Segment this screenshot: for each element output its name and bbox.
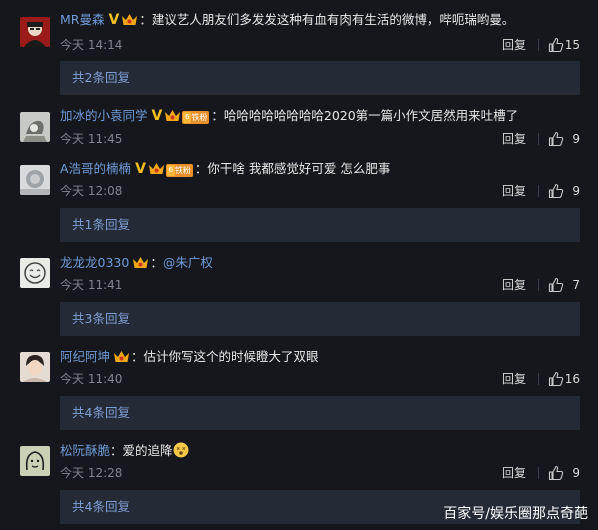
comment-username[interactable]: 松阮酥脆 xyxy=(60,443,110,458)
fan-level: 6 xyxy=(183,112,192,123)
divider xyxy=(538,39,539,51)
dizzy-face-emoji-icon xyxy=(173,442,189,458)
crown-icon xyxy=(132,255,149,269)
comment-line: 加冰的小袁同学 V 6 铁粉 ：哈哈哈哈哈哈哈哈2020第一篇小作文居然用来吐槽了 xyxy=(60,108,519,124)
comment-text: 估计你写这个的时候瞪大了双眼 xyxy=(143,349,319,364)
view-replies-button[interactable]: 共4条回复 xyxy=(60,396,580,430)
vip-badge-icon: V xyxy=(151,108,163,124)
photo-avatar-icon[interactable] xyxy=(20,165,50,195)
crown-icon xyxy=(148,161,165,175)
comment-text: 爱的追降 xyxy=(122,443,173,458)
thumbs-up-icon xyxy=(548,465,564,481)
drawing-avatar-icon[interactable] xyxy=(20,446,50,476)
reply-button[interactable]: 回复 xyxy=(502,371,526,387)
watermark: 百家号/娱乐圈那点奇葩 xyxy=(443,506,588,522)
fan-badge: 6 铁粉 xyxy=(165,164,193,177)
fan-badge: 6 铁粉 xyxy=(182,111,210,124)
reply-button[interactable]: 回复 xyxy=(502,277,526,293)
like-button[interactable]: 16 xyxy=(548,371,580,387)
thumbs-up-icon xyxy=(548,131,564,147)
comment-line: A浩哥的楠楠 V 6 铁粉 ：你干啥 我都感觉好可爱 怎么肥事 xyxy=(60,161,391,177)
like-button[interactable]: 9 xyxy=(548,131,580,147)
thumbs-up-icon xyxy=(548,37,564,53)
comment-meta: 今天 14:14 回复 15 xyxy=(60,37,580,53)
comment-line: 松阮酥脆：爱的追降 xyxy=(60,442,189,460)
crown-icon xyxy=(113,349,130,363)
comment-line: 阿纪阿坤 ：估计你写这个的时候瞪大了双眼 xyxy=(60,349,319,364)
comment-username[interactable]: 阿纪阿坤 xyxy=(60,349,110,364)
crown-icon xyxy=(121,12,138,26)
reply-button[interactable]: 回复 xyxy=(502,37,526,53)
vip-badge-icon: V xyxy=(135,161,146,177)
like-count: 9 xyxy=(572,466,580,480)
view-replies-button[interactable]: 共2条回复 xyxy=(60,61,580,95)
comment-meta: 今天 12:08 回复 9 xyxy=(60,183,580,199)
comment-time: 今天 11:45 xyxy=(60,132,123,146)
reply-button[interactable]: 回复 xyxy=(502,131,526,147)
comment-text: 建议艺人朋友们多发发这种有血有肉有生活的微博，哔呃瑞哟曼。 xyxy=(151,12,515,27)
fan-badge-label: 铁粉 xyxy=(174,166,191,175)
comment-time: 今天 12:28 xyxy=(60,466,123,480)
divider xyxy=(538,185,539,197)
view-replies-button[interactable]: 共1条回复 xyxy=(60,208,580,242)
comment-username[interactable]: 龙龙龙0330 xyxy=(60,255,129,270)
like-button[interactable]: 9 xyxy=(548,183,580,199)
comment-text: 你干啥 我都感觉好可爱 怎么肥事 xyxy=(207,161,391,176)
vip-badge-icon: V xyxy=(108,12,120,28)
like-button[interactable]: 7 xyxy=(548,277,580,293)
thumbs-up-icon xyxy=(548,183,564,199)
sketch-avatar-icon[interactable] xyxy=(20,112,50,142)
comment-time: 今天 12:08 xyxy=(60,184,123,198)
comment-meta: 今天 11:41 回复 7 xyxy=(60,277,580,293)
divider xyxy=(538,467,539,479)
like-count: 7 xyxy=(572,278,580,292)
fan-level: 6 xyxy=(166,165,175,176)
comment-text: 哈哈哈哈哈哈哈哈2020第一篇小作文居然用来吐槽了 xyxy=(223,108,519,123)
thumbs-up-icon xyxy=(548,277,564,293)
comment-line: MR曼森 V ：建议艺人朋友们多发发这种有血有肉有生活的微博，哔呃瑞哟曼。 xyxy=(60,12,515,28)
like-count: 9 xyxy=(572,184,580,198)
comment-time: 今天 14:14 xyxy=(60,38,123,52)
like-count: 16 xyxy=(564,372,580,386)
comment-username[interactable]: A浩哥的楠楠 xyxy=(60,161,131,176)
fan-badge-label: 铁粉 xyxy=(191,113,208,122)
comment-username[interactable]: 加冰的小袁同学 xyxy=(60,108,148,123)
divider xyxy=(538,279,539,291)
smiley-avatar-icon[interactable] xyxy=(20,258,50,288)
like-count: 15 xyxy=(564,38,580,52)
comment-meta: 今天 11:40 回复 16 xyxy=(60,371,580,387)
divider xyxy=(538,373,539,385)
comment-time: 今天 11:41 xyxy=(60,278,123,292)
like-button[interactable]: 15 xyxy=(548,37,580,53)
portrait-avatar-icon[interactable] xyxy=(20,17,50,47)
reply-button[interactable]: 回复 xyxy=(502,183,526,199)
mention-link[interactable]: @朱广权 xyxy=(163,255,213,270)
reply-button[interactable]: 回复 xyxy=(502,465,526,481)
like-count: 9 xyxy=(572,132,580,146)
like-button[interactable]: 9 xyxy=(548,465,580,481)
comment-meta: 今天 12:28 回复 9 xyxy=(60,465,580,481)
comment-line: 龙龙龙0330 ：@朱广权 xyxy=(60,255,213,270)
comment-time: 今天 11:40 xyxy=(60,372,123,386)
thumbs-up-icon xyxy=(548,371,564,387)
face-avatar-icon[interactable] xyxy=(20,352,50,382)
comment-meta: 今天 11:45 回复 9 xyxy=(60,131,580,147)
view-replies-button[interactable]: 共3条回复 xyxy=(60,302,580,336)
comment-username[interactable]: MR曼森 xyxy=(60,12,104,27)
divider xyxy=(538,133,539,145)
crown-icon xyxy=(164,108,181,122)
